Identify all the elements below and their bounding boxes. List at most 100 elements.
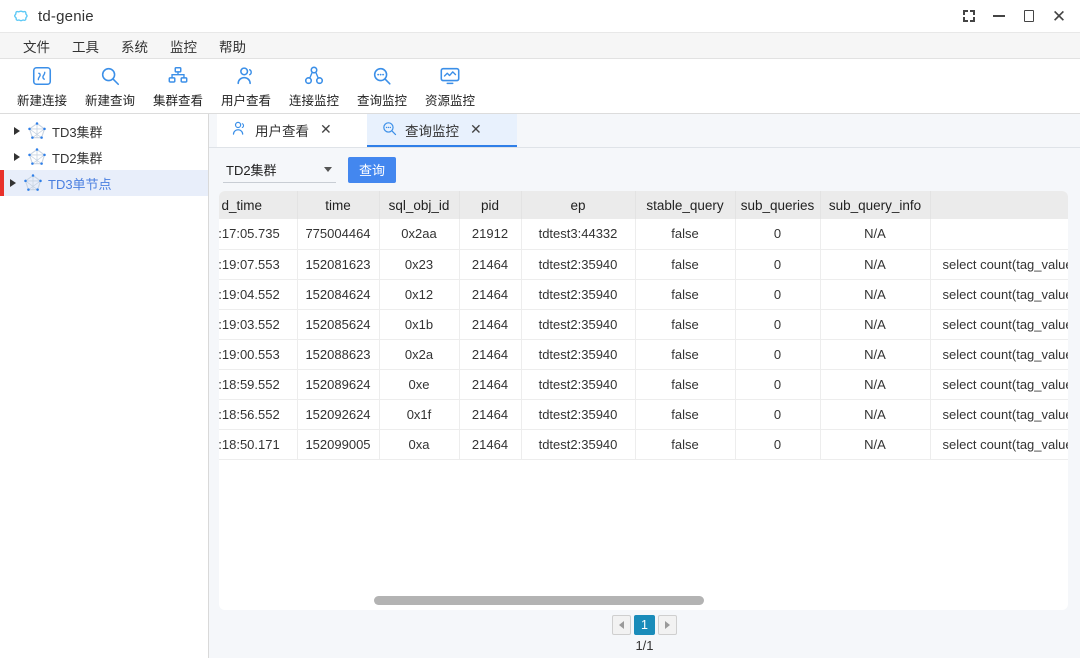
sidebar-item-td3-cluster[interactable]: TD3集群 [0,118,208,144]
col-header-pid[interactable]: pid [459,191,522,219]
col-header-ep[interactable]: ep [521,191,636,219]
toolbar-query-monitor-label: 查询监控 [356,93,407,108]
table-body: 16:17:05.735 775004464 0x2aa 21912 tdtes… [219,219,1068,460]
cell-sql: select count(tag_value) as ' tag_ [930,339,1068,370]
menu-file[interactable]: 文件 [12,33,61,59]
cell-ep: tdtest2:35940 [521,309,636,340]
table-row[interactable]: 21:18:59.552 152089624 0xe 21464 tdtest2… [219,369,1068,400]
horizontal-scrollbar-thumb[interactable] [374,596,704,605]
cell-time: 152088623 [297,339,380,370]
cell-sql: select count(tag_value) as ' tag_ [930,369,1068,400]
cell-sql-obj-id: 0xa [379,429,460,460]
cell-ep: tdtest2:35940 [521,249,636,280]
toolbar-cluster-view[interactable]: 集群查看 [144,61,212,111]
app-title: td-genie [38,7,94,25]
chevron-right-icon[interactable] [10,179,16,187]
toolbar-new-connection-label: 新建连接 [16,93,67,108]
cell-created-time: 21:19:04.552 [219,279,298,310]
table-row[interactable]: 21:19:04.552 152084624 0x12 21464 tdtest… [219,279,1068,310]
pagination-page-1[interactable]: 1 [634,615,655,635]
close-button[interactable]: ✕ [1044,1,1074,31]
toolbar-query-monitor[interactable]: 查询监控 [348,61,416,111]
toolbar-resource-monitor[interactable]: 资源监控 [416,61,484,111]
chevron-right-icon[interactable] [14,153,20,161]
tab-label: 用户查看 [255,123,309,139]
table-row[interactable]: 21:19:00.553 152088623 0x2a 21464 tdtest… [219,339,1068,370]
pagination-total-label: 1/1 [635,638,654,653]
table-scroll-area[interactable]: d_time time sql_obj_id pid ep stable_que… [219,191,1068,610]
cell-sub-queries: 0 [735,219,821,250]
pagination-next-button[interactable] [658,615,677,635]
table-row[interactable]: 21:18:50.171 152099005 0xa 21464 tdtest2… [219,429,1068,460]
cell-sql [930,219,1068,250]
col-header-sub-query-info[interactable]: sub_query_info [820,191,931,219]
cluster-select[interactable]: TD2集群 [223,157,336,183]
sidebar-item-td2-cluster[interactable]: TD2集群 [0,144,208,170]
col-header-time[interactable]: time [297,191,380,219]
col-header-sql-obj-id[interactable]: sql_obj_id [379,191,460,219]
cell-sub-query-info: N/A [820,369,931,400]
cluster-node-icon [27,121,47,141]
table-row[interactable]: 21:19:03.552 152085624 0x1b 21464 tdtest… [219,309,1068,340]
cell-sql-obj-id: 0x2a [379,339,460,370]
toolbar-new-query[interactable]: 新建查询 [76,61,144,111]
toolbar-new-connection[interactable]: 新建连接 [8,61,76,111]
cell-time: 152081623 [297,249,380,280]
cell-sub-query-info: N/A [820,339,931,370]
tab-close-icon[interactable]: ✕ [320,121,332,138]
tab-user-view[interactable]: 用户查看 ✕ [217,114,367,147]
table-row[interactable]: 21:18:56.552 152092624 0x1f 21464 tdtest… [219,399,1068,430]
chevron-right-icon[interactable] [14,127,20,135]
toolbar-user-view[interactable]: 用户查看 [212,61,280,111]
table-row[interactable]: 21:19:07.553 152081623 0x23 21464 tdtest… [219,249,1068,280]
horizontal-scrollbar[interactable] [219,596,1068,605]
cell-sub-queries: 0 [735,279,821,310]
cell-created-time: 16:17:05.735 [219,219,298,250]
pagination-prev-button[interactable] [612,615,631,635]
maximize-button[interactable] [1014,1,1044,31]
toolbar: 新建连接 新建查询 集群查看 用户查看 连接监控 查询监控 资源监控 [0,59,1080,114]
cell-created-time: 21:19:07.553 [219,249,298,280]
cluster-view-icon [167,64,189,88]
user-view-icon [235,64,257,88]
menubar: 文件 工具 系统 监控 帮助 [0,33,1080,59]
cell-pid: 21464 [459,429,522,460]
cell-sub-queries: 0 [735,309,821,340]
cell-sub-queries: 0 [735,339,821,370]
cell-stable-query: false [635,309,736,340]
query-results-table-card: d_time time sql_obj_id pid ep stable_que… [219,191,1068,610]
cell-sub-queries: 0 [735,369,821,400]
menu-tools[interactable]: 工具 [61,33,110,59]
chevron-down-icon [324,166,332,172]
menu-monitor[interactable]: 监控 [159,33,208,59]
cell-sql-obj-id: 0x2aa [379,219,460,250]
fullscreen-button[interactable] [954,1,984,31]
cell-created-time: 21:19:00.553 [219,339,298,370]
cell-sub-query-info: N/A [820,399,931,430]
col-header-sub-queries[interactable]: sub_queries [735,191,821,219]
col-header-sql[interactable] [930,191,1068,219]
menu-system[interactable]: 系统 [110,33,159,59]
sidebar-item-label: TD2集群 [52,150,103,166]
query-button[interactable]: 查询 [348,156,397,183]
col-header-created-time[interactable]: d_time [219,191,298,219]
toolbar-connection-monitor[interactable]: 连接监控 [280,61,348,111]
sidebar-item-td3-single-node[interactable]: TD3单节点 [0,170,208,196]
cell-ep: tdtest2:35940 [521,339,636,370]
cell-pid: 21464 [459,279,522,310]
minimize-button[interactable] [984,1,1014,31]
table-row[interactable]: 16:17:05.735 775004464 0x2aa 21912 tdtes… [219,219,1068,250]
tab-close-icon[interactable]: ✕ [470,121,482,138]
table-header-row: d_time time sql_obj_id pid ep stable_que… [219,191,1068,219]
new-connection-icon [31,64,53,88]
cell-created-time: 21:19:03.552 [219,309,298,340]
cell-sub-queries: 0 [735,249,821,280]
cluster-select-value: TD2集群 [226,162,277,178]
cell-time: 152085624 [297,309,380,340]
minimize-icon [993,15,1005,17]
col-header-stable-query[interactable]: stable_query [635,191,736,219]
chevron-left-icon [619,621,624,629]
menu-help[interactable]: 帮助 [208,33,257,59]
sidebar: TD3集群 TD2集群 TD3单节点 [0,114,209,658]
tab-query-monitor[interactable]: 查询监控 ✕ [367,114,517,147]
